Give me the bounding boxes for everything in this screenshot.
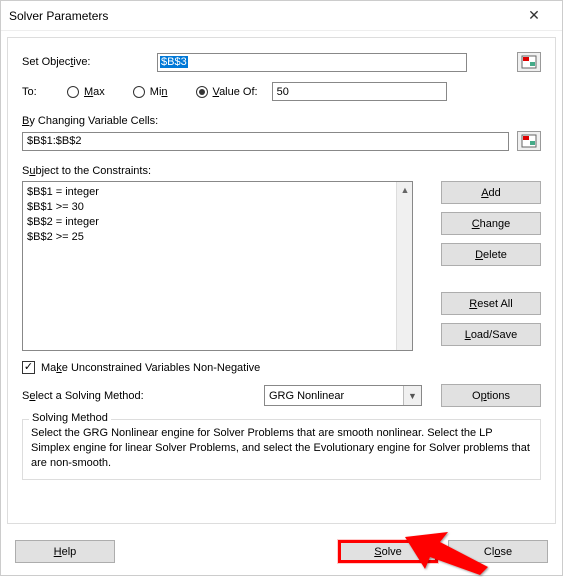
dialog-title: Solver Parameters (9, 9, 514, 23)
add-button[interactable]: Add (441, 181, 541, 204)
radio-min-label: Min (150, 86, 168, 98)
changing-cells-label: By Changing Variable Cells: (22, 115, 541, 127)
delete-button[interactable]: Delete (441, 243, 541, 266)
changing-cells-input[interactable] (22, 132, 509, 151)
radio-max[interactable]: Max (67, 86, 105, 98)
solving-method-label: Select a Solving Method: (22, 390, 252, 402)
main-panel: Set Objective: $B$3 To: Max Min Value Of… (7, 37, 556, 524)
nonnegative-row: ✓ Make Unconstrained Variables Non-Negat… (22, 361, 541, 374)
constraints-listbox[interactable]: $B$1 = integer $B$1 >= 30 $B$2 = integer… (22, 181, 413, 351)
solver-parameters-dialog: Solver Parameters ✕ Set Objective: $B$3 … (0, 0, 563, 576)
solving-method-row: Select a Solving Method: GRG Nonlinear ▼… (22, 384, 541, 407)
constraint-buttons: Add Change Delete Reset All Load/Save (441, 181, 541, 351)
options-button[interactable]: Options (441, 384, 541, 407)
chevron-down-icon: ▼ (403, 386, 421, 405)
close-button[interactable]: ✕ (514, 2, 554, 30)
to-row: To: Max Min Value Of: (22, 82, 541, 101)
radio-valueof-label: Value Of: (213, 86, 258, 98)
objective-range-picker-button[interactable] (517, 52, 541, 72)
check-icon: ✓ (24, 362, 33, 373)
nonnegative-checkbox[interactable]: ✓ (22, 361, 35, 374)
radio-min[interactable]: Min (133, 86, 168, 98)
titlebar: Solver Parameters ✕ (1, 1, 562, 31)
constraint-item[interactable]: $B$1 >= 30 (27, 200, 408, 215)
constraints-label: Subject to the Constraints: (22, 165, 541, 177)
set-objective-label: Set Objective: (22, 56, 157, 68)
description-text: Select the GRG Nonlinear engine for Solv… (31, 426, 532, 471)
close-icon: ✕ (528, 7, 540, 24)
objective-value: $B$3 (160, 56, 188, 68)
objective-input[interactable]: $B$3 (157, 53, 467, 72)
scroll-up-icon: ▲ (397, 182, 413, 198)
dialog-footer: Help Solve Close (1, 530, 562, 575)
scrollbar[interactable]: ▲ (396, 182, 412, 350)
range-picker-icon (521, 55, 537, 69)
radio-circle-icon (196, 86, 208, 98)
load-save-button[interactable]: Load/Save (441, 323, 541, 346)
constraint-item[interactable]: $B$1 = integer (27, 185, 408, 200)
close-button-footer[interactable]: Close (448, 540, 548, 563)
reset-all-button[interactable]: Reset All (441, 292, 541, 315)
solving-method-description-box: Solving Method Select the GRG Nonlinear … (22, 419, 541, 480)
constraint-item[interactable]: $B$2 = integer (27, 215, 408, 230)
help-button[interactable]: Help (15, 540, 115, 563)
radio-value-of[interactable]: Value Of: (196, 86, 258, 98)
constraints-area: $B$1 = integer $B$1 >= 30 $B$2 = integer… (22, 181, 541, 351)
changing-cells-row (22, 131, 541, 151)
radio-circle-icon (133, 86, 145, 98)
to-label: To: (22, 86, 67, 98)
changing-cells-range-picker-button[interactable] (517, 131, 541, 151)
nonnegative-label: Make Unconstrained Variables Non-Negativ… (41, 362, 260, 374)
change-button[interactable]: Change (441, 212, 541, 235)
value-of-input[interactable] (272, 82, 447, 101)
description-title: Solving Method (29, 412, 111, 424)
solving-method-dropdown[interactable]: GRG Nonlinear ▼ (264, 385, 422, 406)
constraint-item[interactable]: $B$2 >= 25 (27, 230, 408, 245)
solving-method-value: GRG Nonlinear (269, 390, 344, 402)
solve-button[interactable]: Solve (338, 540, 438, 563)
radio-max-label: Max (84, 86, 105, 98)
radio-circle-icon (67, 86, 79, 98)
range-picker-icon (521, 134, 537, 148)
objective-row: Set Objective: $B$3 (22, 52, 541, 72)
